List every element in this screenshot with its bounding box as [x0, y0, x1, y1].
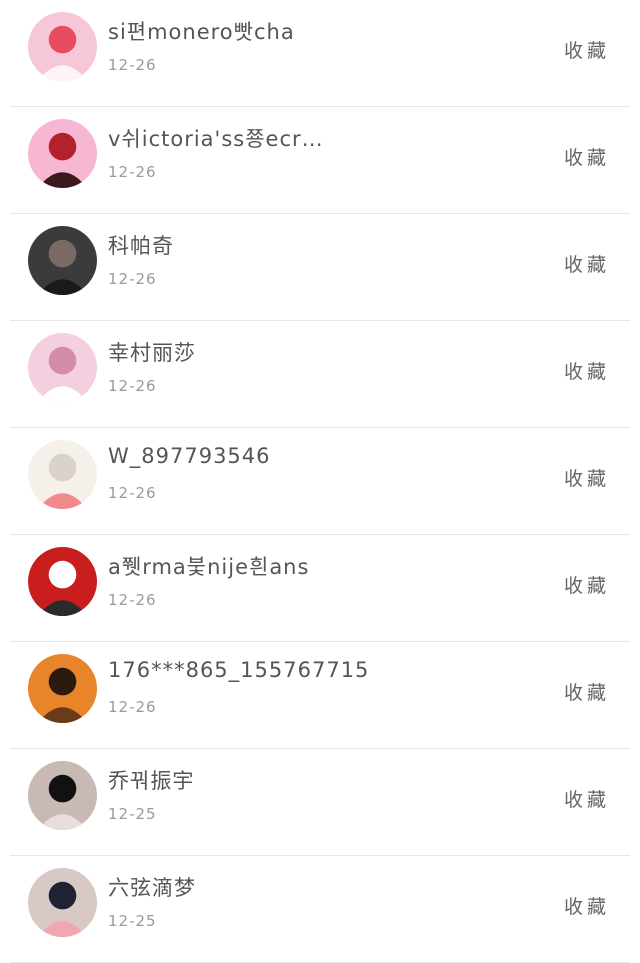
favorite-date: 12-25	[108, 805, 157, 823]
halloween-avatar-icon	[28, 654, 97, 723]
avatar[interactable]	[28, 226, 97, 295]
twin-girls-avatar-icon	[28, 440, 97, 509]
favorite-button[interactable]: 收藏	[564, 143, 610, 170]
list-item[interactable]: 176***865_155767715 12-26 收藏	[10, 642, 630, 749]
list-item[interactable]: 六弦滴梦 12-25 收藏	[10, 856, 630, 963]
favorite-button[interactable]: 收藏	[564, 571, 610, 598]
user-name[interactable]: 乔꿔振宇	[108, 765, 194, 795]
list-item[interactable]: 科帕奇 12-26 收藏	[10, 214, 630, 321]
favorite-button[interactable]: 收藏	[564, 250, 610, 277]
favorite-date: 12-26	[108, 591, 157, 609]
cat-hood-avatar-icon	[28, 868, 97, 937]
user-name[interactable]: 科帕奇	[108, 230, 174, 260]
user-name[interactable]: 六弦滴梦	[108, 872, 196, 902]
user-name[interactable]: 176***865_155767715	[108, 658, 369, 682]
list-item[interactable]: v쉬ictoria'ss쭁ecr… 12-26 收藏	[10, 107, 630, 214]
favorite-date: 12-26	[108, 377, 157, 395]
anime-girl-avatar-icon	[28, 333, 97, 402]
favorite-button[interactable]: 收藏	[564, 678, 610, 705]
list-item[interactable]: si편monero빳cha 12-26 收藏	[10, 0, 630, 107]
favorite-date: 12-25	[108, 912, 157, 930]
user-name[interactable]: v쉬ictoria'ss쭁ecr…	[108, 123, 324, 153]
favorite-date: 12-26	[108, 270, 157, 288]
red-character-avatar-icon	[28, 119, 97, 188]
list-item[interactable]: a쮓rma붗nije흰ans 12-26 收藏	[10, 535, 630, 642]
favorite-button[interactable]: 收藏	[564, 36, 610, 63]
user-name[interactable]: W_897793546	[108, 444, 271, 468]
avatar[interactable]	[28, 119, 97, 188]
list-item[interactable]: W_897793546 12-26 收藏	[10, 428, 630, 535]
favorite-date: 12-26	[108, 56, 157, 74]
favorite-button[interactable]: 收藏	[564, 464, 610, 491]
dark-hair-boy-avatar-icon	[28, 761, 97, 830]
avatar[interactable]	[28, 868, 97, 937]
avatar[interactable]	[28, 440, 97, 509]
favorite-button[interactable]: 收藏	[564, 892, 610, 919]
avatar[interactable]	[28, 547, 97, 616]
avatar[interactable]	[28, 761, 97, 830]
user-name[interactable]: si편monero빳cha	[108, 16, 295, 46]
favorites-user-list: si편monero빳cha 12-26 收藏 v쉬ictoria'ss쭁ecr… 12-…	[0, 0, 640, 963]
avatar[interactable]	[28, 12, 97, 81]
user-name[interactable]: a쮓rma붗nije흰ans	[108, 551, 309, 581]
avatar[interactable]	[28, 654, 97, 723]
avatar[interactable]	[28, 333, 97, 402]
red-dress-avatar-icon	[28, 547, 97, 616]
favorite-button[interactable]: 收藏	[564, 785, 610, 812]
favorite-button[interactable]: 收藏	[564, 357, 610, 384]
user-name[interactable]: 幸村丽莎	[108, 337, 196, 367]
cake-avatar-icon	[28, 12, 97, 81]
list-item[interactable]: 幸村丽莎 12-26 收藏	[10, 321, 630, 428]
favorite-date: 12-26	[108, 698, 157, 716]
favorite-date: 12-26	[108, 163, 157, 181]
list-item[interactable]: 乔꿔振宇 12-25 收藏	[10, 749, 630, 856]
favorite-date: 12-26	[108, 484, 157, 502]
girl-portrait-avatar-icon	[28, 226, 97, 295]
